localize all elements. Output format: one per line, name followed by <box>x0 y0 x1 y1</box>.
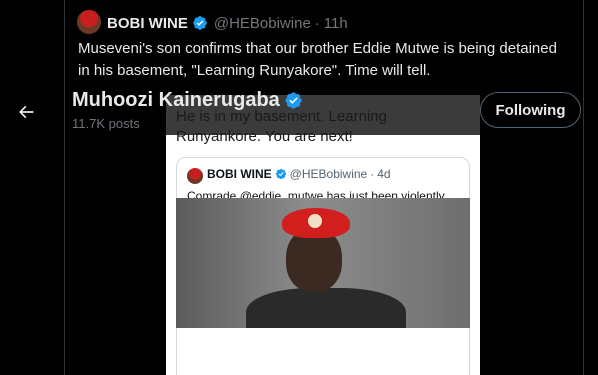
quoted-tweet-header: BOBI WINE @HEBobiwine · 4d <box>207 167 391 181</box>
quoted-author-avatar <box>187 168 203 184</box>
author-avatar[interactable] <box>77 10 101 34</box>
quoted-photo <box>176 198 470 328</box>
back-button[interactable] <box>10 96 42 128</box>
arrow-left-icon <box>18 105 34 119</box>
following-button[interactable]: Following <box>480 92 581 128</box>
quoted-separator-dot: · <box>370 167 375 181</box>
quoted-author-name: BOBI WINE <box>207 167 272 181</box>
profile-display-name: Muhoozi Kainerugaba <box>72 89 280 111</box>
post-count: 11.7K posts <box>72 116 140 131</box>
verified-badge-icon <box>193 16 207 30</box>
tweet-text: Museveni's son confirms that our brother… <box>78 40 557 79</box>
profile-name: Muhoozi Kainerugaba <box>72 89 303 112</box>
quoted-timestamp: 4d <box>377 167 391 181</box>
separator-dot: · <box>314 14 320 32</box>
quoted-author-handle: @HEBobiwine <box>289 167 368 181</box>
profile-header-overlay: Muhoozi Kainerugaba 11.7K posts Followin… <box>0 86 598 138</box>
tweet-timestamp[interactable]: 11h <box>324 15 348 32</box>
author-name[interactable]: BOBI WINE <box>107 15 188 32</box>
verified-badge-icon <box>275 168 286 180</box>
tweet-header: BOBI WINE @HEBobiwine · 11h <box>107 12 348 34</box>
author-handle[interactable]: @HEBobiwine <box>214 15 311 32</box>
verified-badge-icon <box>285 92 302 109</box>
